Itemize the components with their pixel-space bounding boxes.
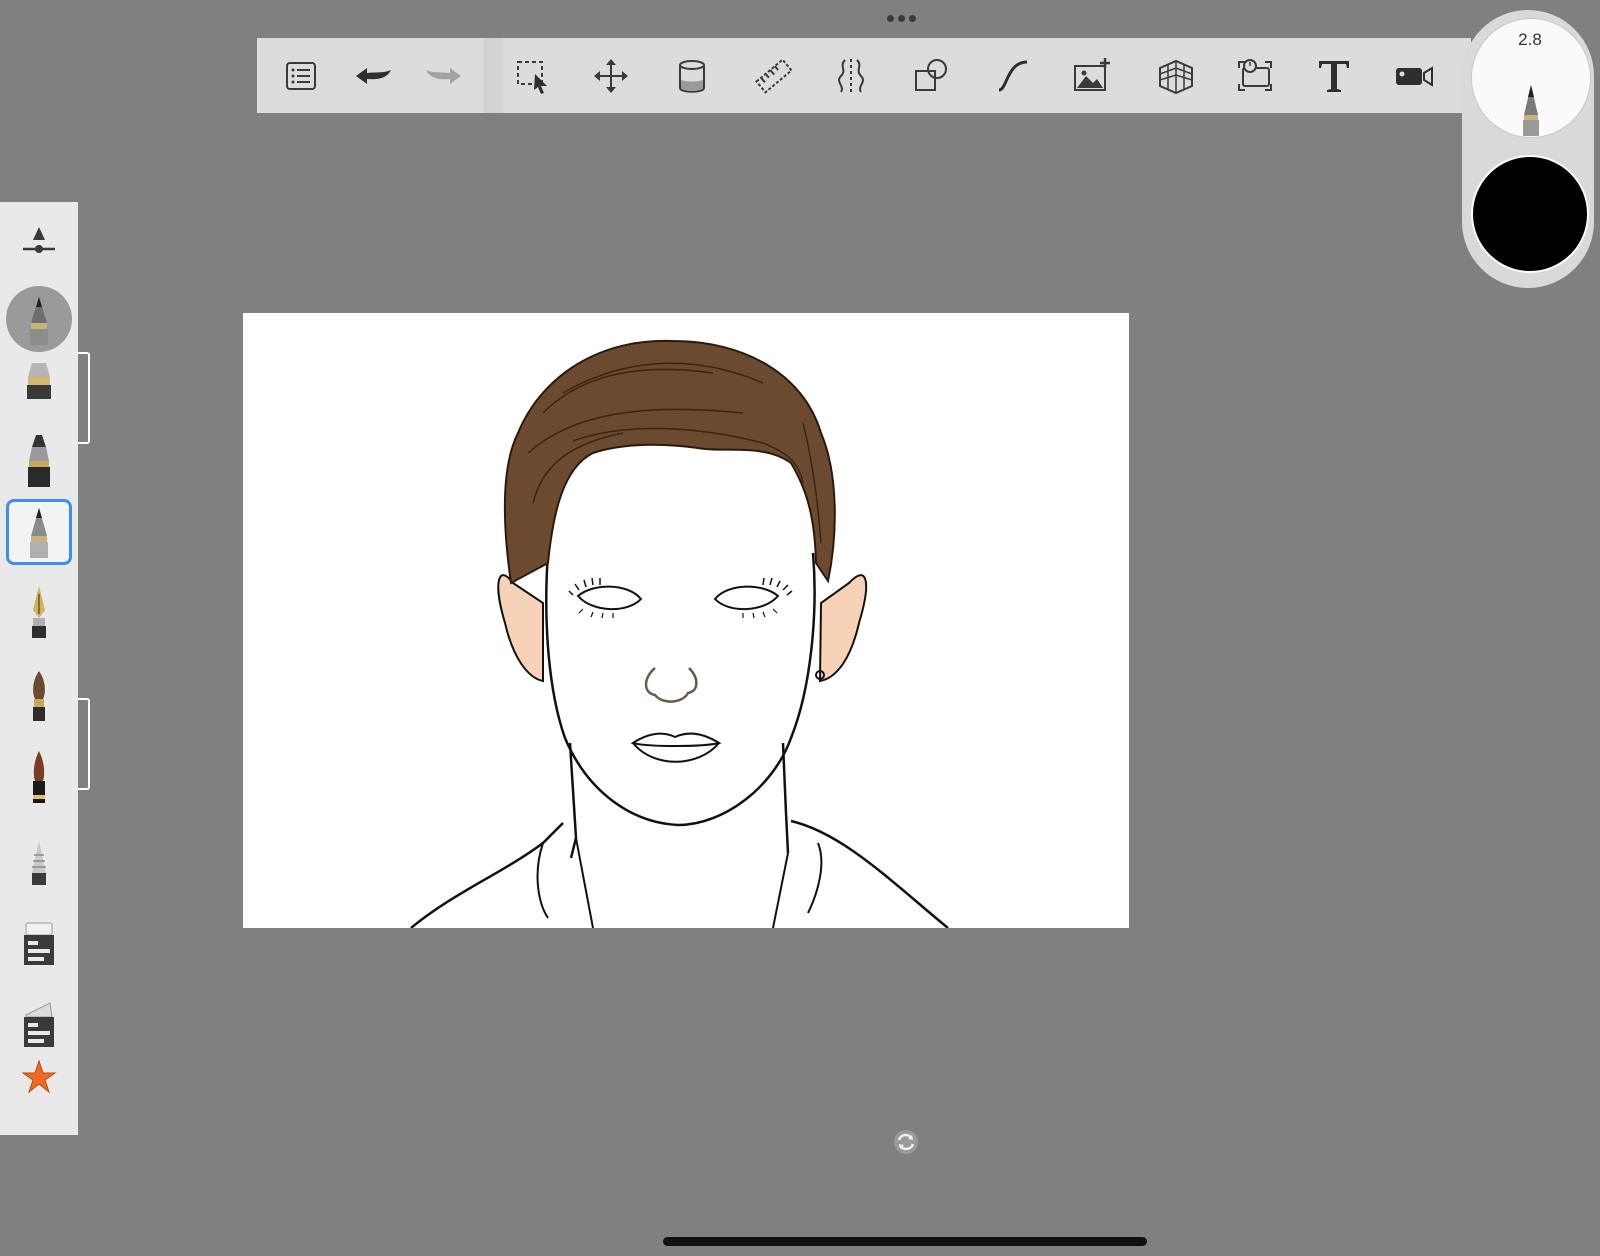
fill-bucket-icon[interactable] <box>668 52 716 100</box>
flat-eraser-icon[interactable] <box>6 908 72 974</box>
paint-brush-icon[interactable] <box>6 662 72 728</box>
ruler-guide-icon[interactable] <box>750 52 798 100</box>
brush-group-bracket <box>78 698 90 790</box>
fountain-pen-brush-icon[interactable] <box>6 579 72 645</box>
more-options-dots[interactable] <box>883 13 919 23</box>
color-puck[interactable] <box>1471 155 1589 273</box>
undo-icon[interactable] <box>349 52 397 100</box>
shapes-icon[interactable] <box>907 52 955 100</box>
brush-size-value: 2.8 <box>1518 30 1542 49</box>
ink-brush-icon[interactable] <box>6 744 72 810</box>
pencil-brush-icon[interactable] <box>6 348 72 414</box>
drawing-canvas[interactable] <box>243 313 1129 928</box>
selection-icon[interactable] <box>509 52 557 100</box>
top-toolbar <box>257 38 1471 113</box>
perspective-grid-icon[interactable] <box>1152 52 1200 100</box>
redo-icon[interactable] <box>420 52 468 100</box>
layers-list-icon[interactable] <box>277 52 325 100</box>
technical-pen-brush-icon[interactable] <box>6 499 72 565</box>
favorites-star-icon[interactable] <box>6 1044 72 1110</box>
record-video-icon[interactable] <box>1390 52 1438 100</box>
time-lapse-icon[interactable] <box>1231 52 1279 100</box>
home-indicator[interactable] <box>663 1237 1147 1246</box>
transform-move-icon[interactable] <box>587 52 635 100</box>
portrait-drawing <box>410 339 949 928</box>
brush-palette <box>0 202 90 1135</box>
brush-settings-icon[interactable] <box>6 208 72 274</box>
airbrush-icon[interactable] <box>6 828 72 894</box>
rotate-reset-icon[interactable] <box>892 1128 920 1156</box>
symmetry-icon[interactable] <box>827 52 875 100</box>
marker-brush-icon[interactable] <box>6 428 72 494</box>
toolbar-separator <box>483 38 503 113</box>
brush-group-bracket <box>78 352 90 444</box>
text-icon[interactable] <box>1310 52 1358 100</box>
add-image-icon[interactable] <box>1068 52 1116 100</box>
predictive-stroke-icon[interactable] <box>989 52 1037 100</box>
current-brush-indicator[interactable] <box>6 286 72 352</box>
